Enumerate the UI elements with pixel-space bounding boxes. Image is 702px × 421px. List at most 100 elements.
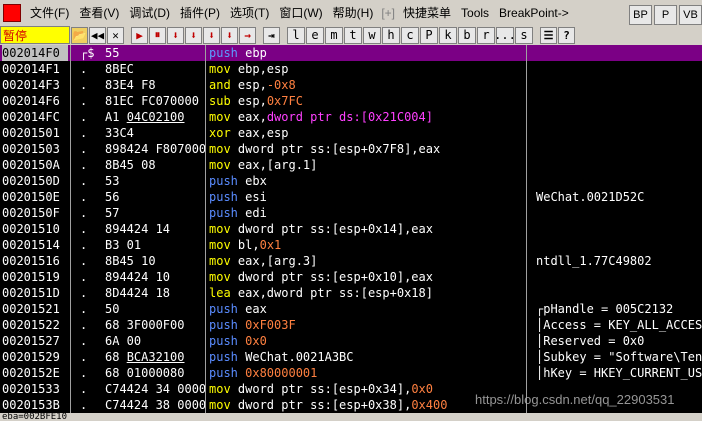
flow-marker: . xyxy=(80,94,88,108)
menu-view[interactable]: 查看(V) xyxy=(74,4,124,21)
hex-dump-cell: 55 xyxy=(105,46,120,60)
instruction-row[interactable]: 00201514. B3 01 mov bl,0x1 xyxy=(0,237,702,253)
instruction-row[interactable]: 0020152E. 68 01000080 push 0x80000001 │hKey… xyxy=(0,365,702,381)
tab-p[interactable]: P xyxy=(654,5,677,25)
close-button[interactable]: ✕ xyxy=(107,26,124,44)
address-cell: 00201516 xyxy=(2,254,60,268)
tab-bp[interactable]: BP xyxy=(629,5,652,25)
trace-over-button[interactable]: ⬇ xyxy=(221,26,238,44)
run-to-return-button[interactable]: → xyxy=(239,26,256,44)
menu-window[interactable]: 窗口(W) xyxy=(274,4,327,21)
menu-help[interactable]: 帮助(H) xyxy=(328,4,379,21)
column-divider[interactable] xyxy=(526,45,527,413)
instruction-row[interactable]: 0020150D. 53 push ebx xyxy=(0,173,702,189)
menu-debug[interactable]: 调试(D) xyxy=(124,4,175,21)
open-button[interactable]: 📂 xyxy=(71,26,88,44)
address-cell: 00201533 xyxy=(2,382,60,396)
runtrace-button[interactable]: ... xyxy=(494,26,516,44)
instruction-row[interactable]: 00201510. 894424 14 mov dword ptr ss:[esp+… xyxy=(0,221,702,237)
disassembly-cell: push 0x80000001 xyxy=(209,366,318,380)
source-button[interactable]: s xyxy=(515,26,533,44)
app-icon[interactable] xyxy=(3,3,21,22)
flow-marker: . xyxy=(80,366,88,380)
address-cell: 002014F3 xyxy=(2,78,60,92)
disassembly-cell: lea eax,dword ptr ss:[esp+0x18] xyxy=(209,286,433,300)
address-cell: 0020151D xyxy=(2,286,60,300)
breakpoints-button[interactable]: b xyxy=(458,26,476,44)
status-badge: 暂停 xyxy=(0,26,70,44)
trace-into-button[interactable]: ⬇ xyxy=(203,26,220,44)
threads-button[interactable]: t xyxy=(344,26,362,44)
handles-button[interactable]: h xyxy=(382,26,400,44)
instruction-row[interactable]: 0020150E. 56 push esi WeChat.0021D52C xyxy=(0,189,702,205)
return-icon: → xyxy=(244,28,251,42)
menu-shortcuts[interactable]: 快捷菜单 xyxy=(398,4,456,21)
menu-tools[interactable]: Tools xyxy=(456,6,494,20)
instruction-row[interactable]: 00201522. 68 3F000F00 push 0xF003F │Access … xyxy=(0,317,702,333)
address-cell: 0020153B xyxy=(2,398,60,412)
flow-marker: . xyxy=(80,78,88,92)
cpu-disassembly-pane[interactable]: 002014F0 ┌$ 55 push ebp 002014F1. 8BEC mov ebp… xyxy=(0,45,702,413)
step-over-button[interactable]: ⬇ xyxy=(185,26,202,44)
rewind-button[interactable]: ◀◀ xyxy=(89,26,106,44)
address-cell: 00201522 xyxy=(2,318,60,332)
disassembly-cell: mov eax,dword ptr ds:[0x21C004] xyxy=(209,110,433,124)
pause-button[interactable]: ⏸ xyxy=(149,26,166,44)
play-icon: ▶ xyxy=(136,28,143,42)
hex-dump-cell: 83E4 F8 xyxy=(105,78,156,92)
column-divider[interactable] xyxy=(70,45,71,413)
references-button[interactable]: r xyxy=(477,26,495,44)
hex-dump-cell: 68 01000080 xyxy=(105,366,185,380)
goto-button[interactable]: ⇥ xyxy=(263,26,280,44)
menu-file[interactable]: 文件(F) xyxy=(25,4,74,21)
windows-button[interactable]: w xyxy=(363,26,381,44)
address-cell: 0020150F xyxy=(2,206,60,220)
step-into-icon: ⬇ xyxy=(172,28,179,42)
options-button[interactable]: ☰ xyxy=(540,26,557,44)
menu-options[interactable]: 选项(T) xyxy=(225,4,274,21)
help-button[interactable]: ? xyxy=(558,26,575,44)
instruction-row[interactable]: 00201527. 6A 00 push 0x0 │Reserved = 0x0 xyxy=(0,333,702,349)
instruction-row[interactable]: 00201521. 50 push eax ┌pHandle = 005C2132 xyxy=(0,301,702,317)
tab-vb[interactable]: VB xyxy=(679,5,702,25)
modules-button[interactable]: e xyxy=(306,26,324,44)
goto-icon: ⇥ xyxy=(268,28,275,42)
hex-dump-cell: 56 xyxy=(105,190,120,204)
patches-button[interactable]: P xyxy=(420,26,438,44)
instruction-row[interactable]: 0020150A. 8B45 08 mov eax,[arg.1] xyxy=(0,157,702,173)
instruction-row[interactable]: 0020150F. 57 push edi xyxy=(0,205,702,221)
instruction-row[interactable]: 00201503. 898424 F8070000 mov dword ptr ss… xyxy=(0,141,702,157)
memory-button[interactable]: m xyxy=(325,26,343,44)
instruction-row[interactable]: 0020151D. 8D4424 18 lea eax,dword ptr ss:[… xyxy=(0,285,702,301)
address-cell: 0020150D xyxy=(2,174,60,188)
flow-marker: . xyxy=(80,62,88,76)
menu-expand[interactable]: [+] xyxy=(378,6,398,20)
disassembly-cell: mov dword ptr ss:[esp+0x10],eax xyxy=(209,270,433,284)
right-tabs: BP P VB xyxy=(627,5,702,25)
comment-cell: │Subkey = "Software\Tencent" xyxy=(536,350,702,364)
instruction-row[interactable]: 00201529. 68 BCA32100 push WeChat.0021A3BC… xyxy=(0,349,702,365)
instruction-row[interactable]: 00201501. 33C4 xor eax,esp xyxy=(0,125,702,141)
comment-cell: │Reserved = 0x0 xyxy=(536,334,645,348)
comment-cell: ntdll_1.77C49802 xyxy=(536,254,652,268)
watermark: https://blog.csdn.net/qq_22903531 xyxy=(475,392,675,407)
step-into-button[interactable]: ⬇ xyxy=(167,26,184,44)
run-button[interactable]: ▶ xyxy=(131,26,148,44)
instruction-row[interactable]: 00201519. 894424 10 mov dword ptr ss:[esp+… xyxy=(0,269,702,285)
flow-marker: . xyxy=(80,142,88,156)
column-divider[interactable] xyxy=(205,45,206,413)
menu-plugins[interactable]: 插件(P) xyxy=(175,4,225,21)
cpu-button[interactable]: c xyxy=(401,26,419,44)
disassembly-cell: xor eax,esp xyxy=(209,126,289,140)
instruction-row[interactable]: 002014F6. 81EC FC070000 sub esp,0x7FC xyxy=(0,93,702,109)
address-cell: 00201514 xyxy=(2,238,60,252)
instruction-row[interactable]: 00201516. 8B45 10 mov eax,[arg.3] ntdll_1.7… xyxy=(0,253,702,269)
instruction-row[interactable]: 002014F1. 8BEC mov ebp,esp xyxy=(0,61,702,77)
callstack-button[interactable]: k xyxy=(439,26,457,44)
selected-instruction-row[interactable]: 002014F0 ┌$ 55 push ebp xyxy=(0,45,702,61)
log-button[interactable]: l xyxy=(287,26,305,44)
instruction-row[interactable]: 002014FC. A1 04C02100 mov eax,dword ptr ds… xyxy=(0,109,702,125)
menu-breakpoint[interactable]: BreakPoint-> xyxy=(494,6,574,20)
hex-dump-cell: 81EC FC070000 xyxy=(105,94,199,108)
instruction-row[interactable]: 002014F3. 83E4 F8 and esp,-0x8 xyxy=(0,77,702,93)
